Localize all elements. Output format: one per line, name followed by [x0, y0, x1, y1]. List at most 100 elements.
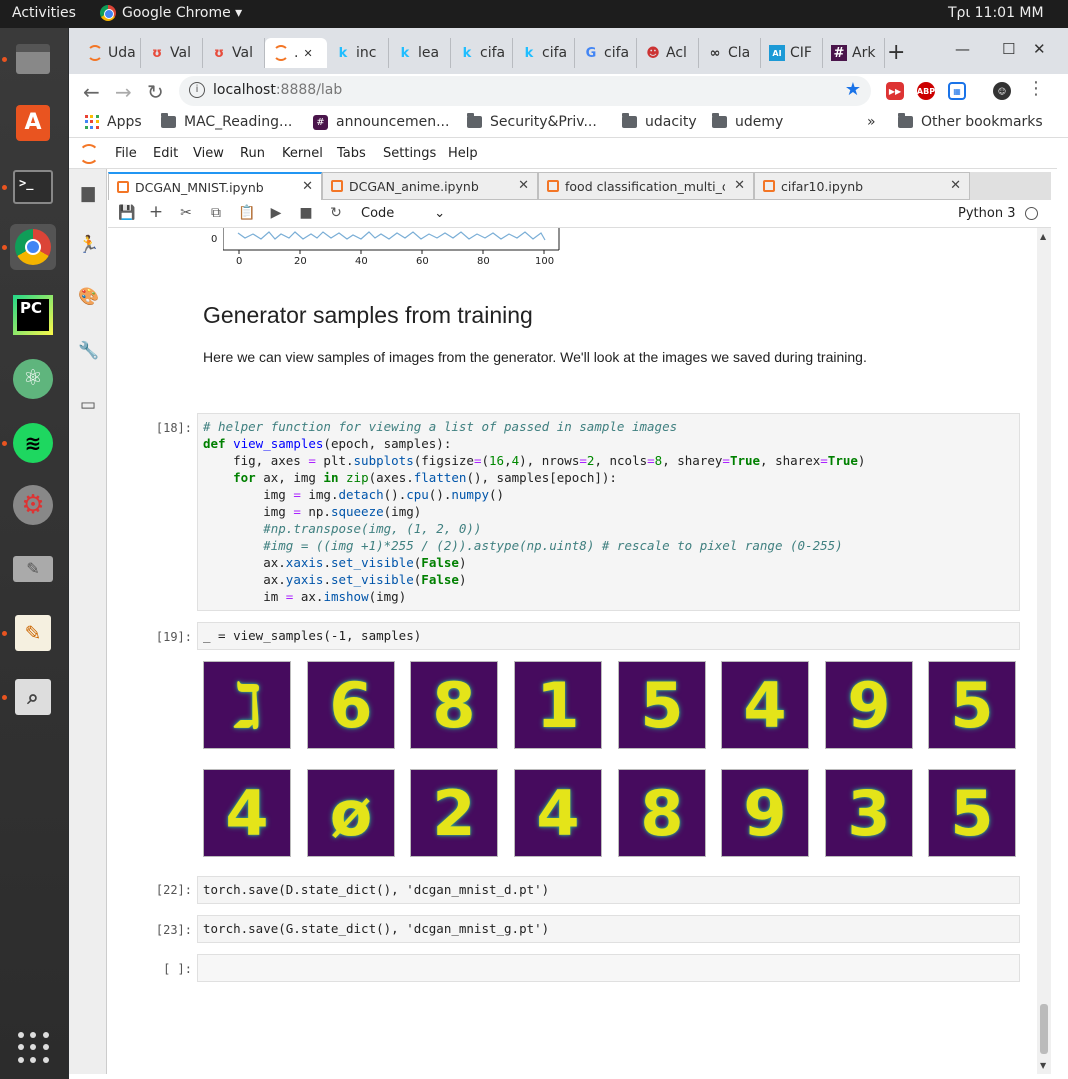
reload-button[interactable]: ↻ — [147, 80, 164, 104]
browser-toolbar: ← → ↻ i localhost:8888/lab ★ ▶▶ ABP ▦ ☺ … — [69, 74, 1068, 110]
bookmark-star-icon[interactable]: ★ — [845, 79, 861, 100]
terminal-icon[interactable]: >_ — [10, 164, 56, 210]
cut-icon[interactable]: ✂ — [178, 205, 194, 221]
slack-icon: # — [313, 114, 328, 130]
activities-button[interactable]: Activities — [12, 5, 76, 21]
menu-view[interactable]: View — [193, 146, 224, 161]
notebook-scrollbar[interactable]: ▲ ▼ — [1037, 228, 1051, 1074]
more-bookmarks-button[interactable]: » — [867, 114, 876, 130]
browser-tab[interactable]: k cifa — [451, 38, 513, 68]
menu-run[interactable]: Run — [240, 146, 265, 161]
running-kernels-icon[interactable]: 🏃 — [78, 235, 99, 255]
x-tick-label: 100 — [535, 256, 555, 267]
restart-icon[interactable]: ↻ — [328, 205, 344, 221]
bookmark-slack[interactable]: # announcemen... — [313, 114, 449, 130]
browser-tab[interactable]: k lea — [389, 38, 451, 68]
glasses-icon: ∞ — [709, 45, 721, 61]
scroll-up-icon[interactable]: ▲ — [1040, 232, 1046, 241]
browser-tab[interactable]: # Ark — [823, 38, 885, 68]
close-window-button[interactable]: ✕ — [1033, 40, 1046, 58]
bookmark-folder[interactable]: udacity — [622, 113, 697, 130]
close-tab-icon[interactable]: ✕ — [518, 178, 529, 193]
browser-tab[interactable]: AI CIF — [761, 38, 823, 68]
menu-file[interactable]: File — [115, 146, 137, 161]
cell-type-select[interactable]: Code ⌄ — [361, 206, 445, 221]
close-tab-icon[interactable]: ✕ — [734, 178, 745, 193]
browser-tab[interactable]: ʊ Val — [203, 38, 265, 68]
scrollbar-thumb[interactable] — [1040, 1004, 1048, 1054]
close-tab-icon[interactable]: ✕ — [303, 47, 312, 60]
code-cell-22[interactable]: torch.save(D.state_dict(), 'dcgan_mnist_… — [197, 876, 1020, 904]
chrome-dock-icon[interactable] — [10, 224, 56, 270]
code-cell-23[interactable]: torch.save(G.state_dict(), 'dcgan_mnist_… — [197, 915, 1020, 943]
address-bar[interactable]: i localhost:8888/lab ★ — [179, 76, 871, 106]
profile-avatar[interactable]: ☺ — [993, 82, 1011, 100]
scroll-down-icon[interactable]: ▼ — [1040, 1061, 1046, 1070]
software-center-icon[interactable]: A — [10, 100, 56, 146]
forward-button[interactable]: → — [115, 80, 132, 104]
kernel-name[interactable]: Python 3 — [958, 206, 1015, 221]
browser-tab[interactable]: k cifa — [513, 38, 575, 68]
menu-tabs[interactable]: Tabs — [337, 146, 366, 161]
bookmark-apps[interactable]: Apps — [85, 114, 142, 130]
minimize-button[interactable]: — — [955, 40, 970, 58]
menu-help[interactable]: Help — [448, 146, 478, 161]
browser-tab[interactable]: ʊ Val — [141, 38, 203, 68]
system-monitor-icon[interactable]: ⌕ — [10, 674, 56, 720]
cell-prompt: [ ]: — [163, 962, 192, 976]
other-bookmarks[interactable]: Other bookmarks — [898, 113, 1043, 130]
doc-tab-dcgan-anime[interactable]: DCGAN_anime.ipynb ✕ — [322, 172, 538, 200]
doc-tab-cifar10[interactable]: cifar10.ipynb ✕ — [754, 172, 970, 200]
maximize-button[interactable]: ☐ — [1002, 40, 1015, 58]
tools-icon[interactable]: 🔧 — [78, 341, 99, 361]
command-palette-icon[interactable]: 🎨 — [78, 287, 99, 307]
pycharm-icon[interactable]: PC — [10, 292, 56, 338]
browser-tab[interactable]: ∞ Cla — [699, 38, 761, 68]
doc-tab-food-classification[interactable]: food classification_multi_crc ✕ — [538, 172, 754, 200]
browser-tab[interactable]: k inc — [327, 38, 389, 68]
code-cell-18[interactable]: # helper function for viewing a list of … — [197, 413, 1020, 611]
spotify-icon[interactable]: ≋ — [10, 420, 56, 466]
disk-utility-icon[interactable]: ✎ — [10, 546, 56, 592]
text-editor-icon[interactable]: ✎ — [10, 610, 56, 656]
show-applications-icon[interactable] — [18, 1032, 50, 1064]
tabs-icon[interactable]: ▭ — [78, 395, 98, 415]
file-browser-icon[interactable]: ▆ — [78, 183, 98, 203]
settings-icon[interactable]: ⚙ — [10, 482, 56, 528]
run-icon[interactable]: ▶ — [268, 205, 284, 221]
code-cell-19[interactable]: _ = view_samples(-1, samples) — [197, 622, 1020, 650]
close-tab-icon[interactable]: ✕ — [950, 178, 961, 193]
menu-settings[interactable]: Settings — [383, 146, 436, 161]
back-button[interactable]: ← — [83, 80, 100, 104]
browser-tab[interactable]: Gcifa — [575, 38, 637, 68]
copy-icon[interactable]: ⧉ — [208, 205, 224, 221]
browser-tab[interactable]: Uda — [79, 38, 141, 68]
app-menu[interactable]: Google Chrome ▾ — [100, 5, 242, 21]
browser-tab[interactable]: . ✕ — [265, 38, 327, 68]
info-icon[interactable]: i — [189, 82, 205, 98]
new-tab-button[interactable]: + — [887, 40, 905, 65]
extension-icon[interactable]: ▶▶ — [886, 82, 904, 100]
browser-tab[interactable]: ☻ Acl — [637, 38, 699, 68]
paste-icon[interactable]: 📋 — [238, 205, 255, 221]
files-icon[interactable] — [10, 36, 56, 82]
url-text[interactable]: localhost:8888/lab — [213, 82, 342, 98]
doc-tab-dcgan-mnist[interactable]: DCGAN_MNIST.ipynb ✕ — [108, 172, 322, 200]
menu-edit[interactable]: Edit — [153, 146, 178, 161]
generated-digit-image: 9 — [721, 769, 809, 857]
atom-icon[interactable]: ⚛ — [10, 356, 56, 402]
bookmark-folder[interactable]: udemy — [712, 113, 783, 130]
bookmark-folder[interactable]: Security&Priv... — [467, 113, 597, 130]
close-tab-icon[interactable]: ✕ — [302, 179, 313, 194]
extension-icon[interactable]: ▦ — [948, 82, 966, 100]
chrome-menu-icon[interactable]: ⋮ — [1027, 78, 1045, 99]
menu-kernel[interactable]: Kernel — [282, 146, 323, 161]
stop-icon[interactable]: ■ — [298, 205, 314, 221]
empty-code-cell[interactable] — [197, 954, 1020, 982]
add-cell-icon[interactable]: + — [148, 202, 164, 222]
clock[interactable]: Τρι 11:01 ΜΜ — [948, 5, 1044, 21]
adblock-icon[interactable]: ABP — [917, 82, 935, 100]
ai-icon: AI — [769, 45, 785, 61]
save-icon[interactable]: 💾 — [118, 205, 135, 221]
bookmark-folder[interactable]: MAC_Reading... — [161, 113, 292, 130]
